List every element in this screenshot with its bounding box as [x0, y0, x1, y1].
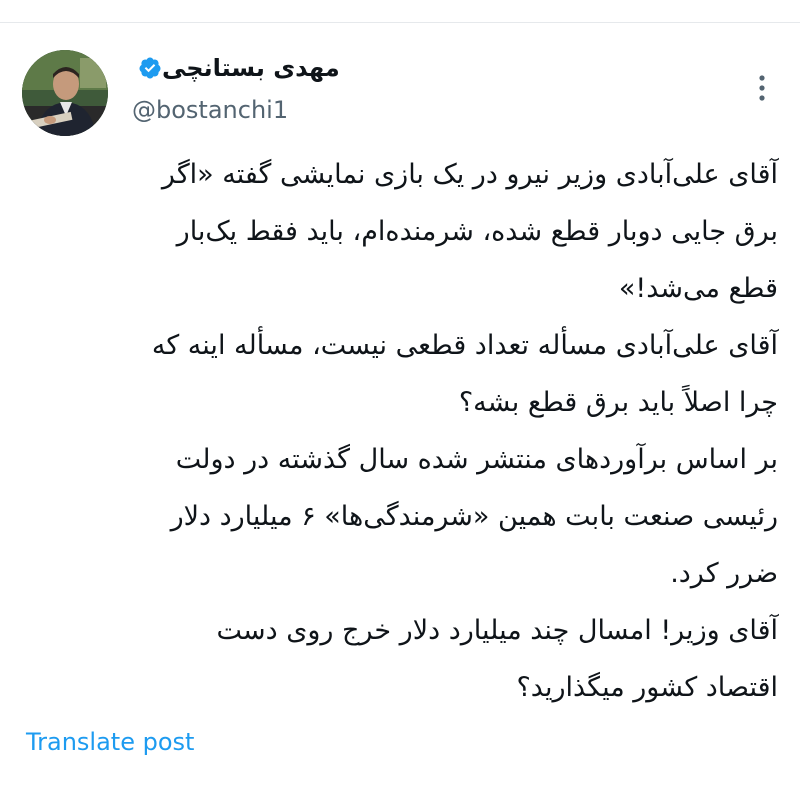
post-text-line: برق جایی دوبار قطع شده، شرمنده‌ام، باید …: [176, 216, 778, 247]
post-text-line: ضرر کرد.: [670, 558, 778, 589]
post-text-line: آقای وزیر! امسال چند میلیارد دلار خرج رو…: [216, 615, 778, 646]
post-text: آقای علی‌آبادی وزیر نیرو در یک بازی نمای…: [24, 146, 778, 716]
post-text-line: اقتصاد کشور میگذارید؟: [516, 672, 778, 703]
display-name[interactable]: مهدی بستانچی: [162, 54, 340, 82]
display-name-row[interactable]: مهدی بستانچی: [132, 50, 348, 86]
divider: [0, 22, 800, 23]
more-vertical-icon: [759, 75, 765, 101]
verified-badge-icon[interactable]: [138, 56, 162, 80]
author-handle[interactable]: @bostanchi1: [132, 96, 288, 124]
post-text-line: آقای علی‌آبادی وزیر نیرو در یک بازی نمای…: [161, 159, 778, 190]
post-card: مهدی بستانچی @bostanchi1 آقای علی‌آبادی …: [0, 0, 800, 792]
post-text-line: رئیسی صنعت بابت همین «شرمندگی‌ها» ۶ میلی…: [170, 501, 778, 532]
more-options-button[interactable]: [744, 70, 780, 106]
author-block: مهدی بستانچی @bostanchi1: [132, 50, 348, 124]
post-text-line: آقای علی‌آبادی مسأله تعداد قطعی نیست، مس…: [151, 330, 778, 361]
avatar[interactable]: [22, 50, 108, 136]
post-text-line: چرا اصلاً باید برق قطع بشه؟: [458, 387, 778, 418]
avatar-image: [22, 50, 108, 136]
post-text-line: بر اساس برآوردهای منتشر شده سال گذشته در…: [175, 444, 778, 475]
translate-post-link[interactable]: Translate post: [26, 728, 194, 756]
post-text-line: قطع می‌شد!»: [618, 273, 778, 304]
